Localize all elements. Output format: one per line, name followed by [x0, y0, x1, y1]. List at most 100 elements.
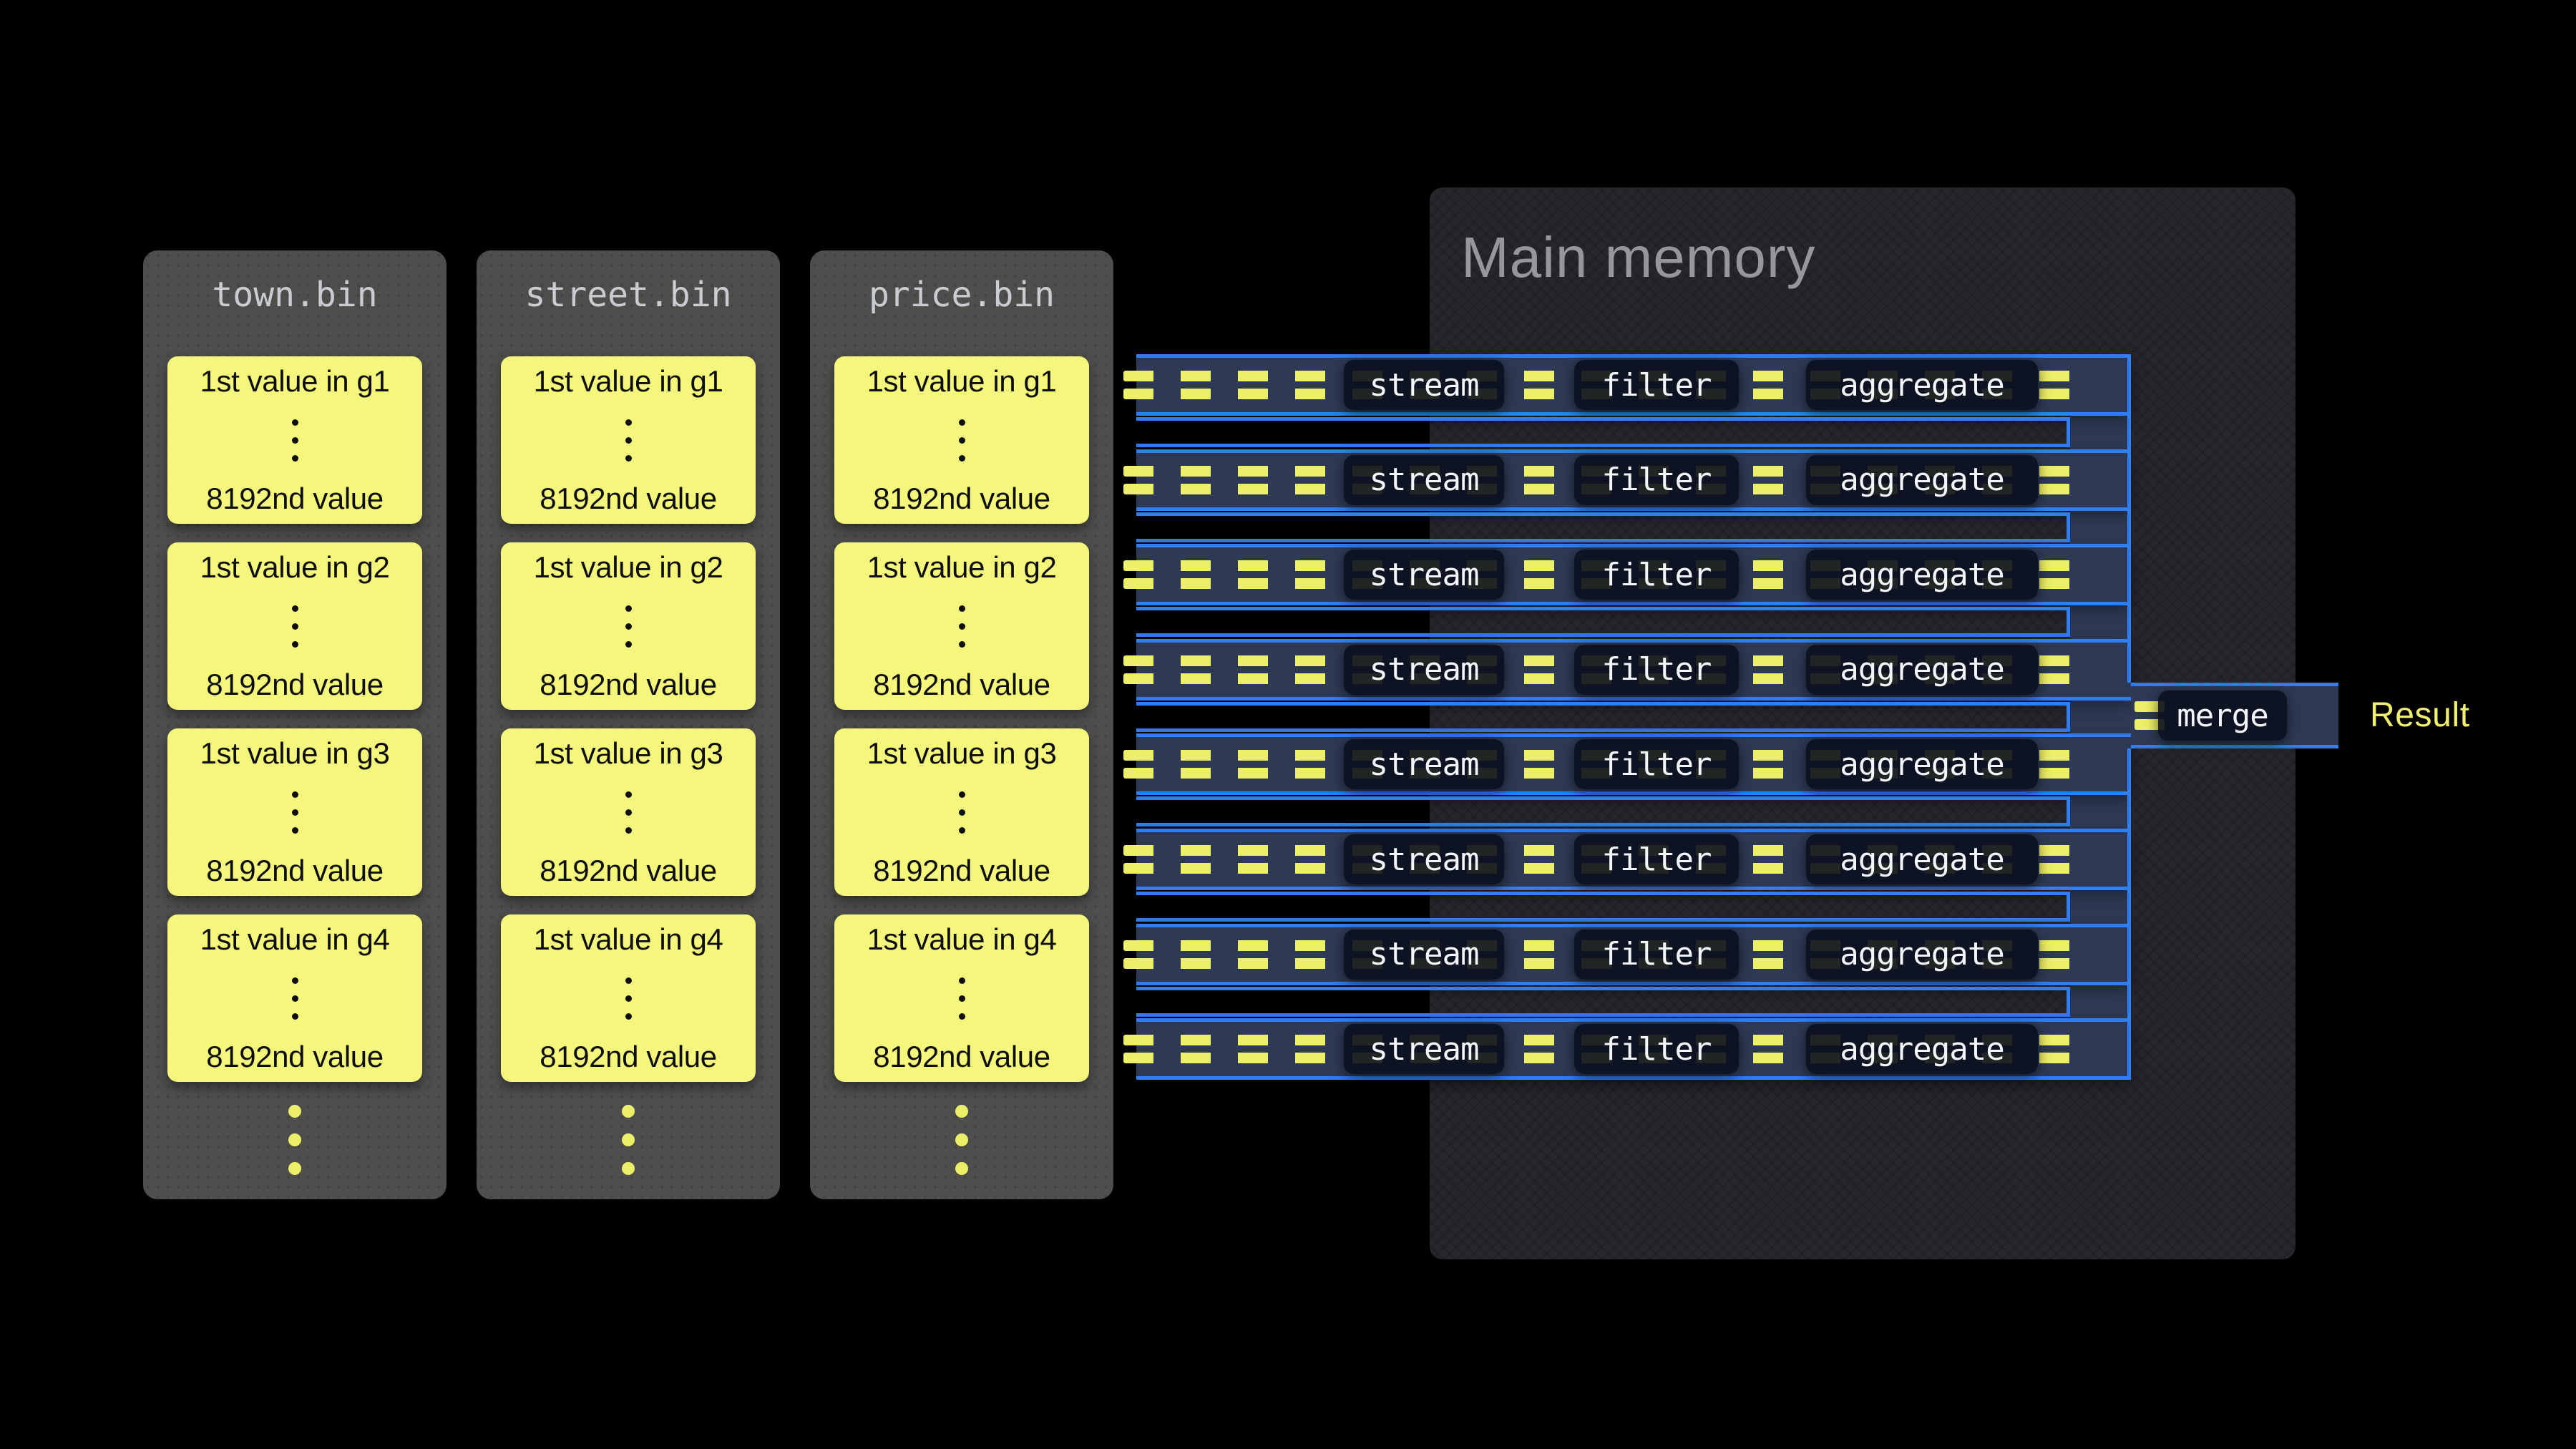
- ellipsis-dot: [292, 605, 298, 612]
- more-groups-ellipsis: [143, 1105, 447, 1175]
- ellipsis-dot: [292, 791, 298, 798]
- group-last-value: 8192nd value: [873, 853, 1050, 889]
- pipeline-connector-band: [1136, 892, 2070, 922]
- pipeline-connector-band: [1136, 702, 2070, 732]
- vertical-ellipsis: [625, 791, 632, 834]
- stream-op-box: stream: [1344, 1024, 1504, 1074]
- group-cell: 1st value in g38192nd value: [501, 728, 756, 896]
- ellipsis-dot: [292, 623, 298, 630]
- ellipsis-dot: [622, 1162, 635, 1175]
- filter-op-box: filter: [1574, 834, 1739, 884]
- stream-op-box: stream: [1344, 645, 1504, 695]
- group-first-value: 1st value in g3: [534, 736, 723, 771]
- ellipsis-dot: [955, 1105, 968, 1118]
- filter-op-box: filter: [1574, 930, 1739, 980]
- pipeline-spine-border-upper: [2127, 354, 2131, 683]
- filter-op-box: filter: [1574, 739, 1739, 789]
- ellipsis-dot: [959, 809, 965, 816]
- ellipsis-dot: [625, 977, 632, 984]
- group-last-value: 8192nd value: [873, 667, 1050, 703]
- pipeline-row: streamfilteraggregate: [1136, 1018, 2131, 1080]
- pipeline-row: streamfilteraggregate: [1136, 924, 2131, 985]
- aggregate-op-box: aggregate: [1806, 360, 2038, 410]
- ellipsis-dot: [292, 437, 298, 444]
- aggregate-op-box: aggregate: [1806, 455, 2038, 505]
- group-last-value: 8192nd value: [206, 667, 383, 703]
- group-first-value: 1st value in g2: [200, 550, 390, 585]
- file-name-label: town.bin: [143, 273, 447, 316]
- ellipsis-dot: [625, 827, 632, 834]
- ellipsis-dot: [625, 1013, 632, 1020]
- group-cell: 1st value in g28192nd value: [501, 542, 756, 710]
- vertical-ellipsis: [292, 977, 298, 1020]
- vertical-ellipsis: [625, 977, 632, 1020]
- vertical-ellipsis: [625, 605, 632, 648]
- group-first-value: 1st value in g3: [867, 736, 1057, 771]
- more-groups-ellipsis: [477, 1105, 780, 1175]
- group-first-value: 1st value in g2: [534, 550, 723, 585]
- pipeline-connector-band: [1136, 512, 2070, 542]
- more-groups-ellipsis: [810, 1105, 1113, 1175]
- pipeline-row: streamfilteraggregate: [1136, 354, 2131, 416]
- vertical-ellipsis: [959, 419, 965, 462]
- ellipsis-dot: [625, 641, 632, 648]
- stream-op-box: stream: [1344, 834, 1504, 884]
- group-cell: 1st value in g2 8192nd value: [167, 542, 422, 710]
- pipeline-row: streamfilteraggregate: [1136, 544, 2131, 605]
- ellipsis-dot: [292, 641, 298, 648]
- aggregate-op-box: aggregate: [1806, 930, 2038, 980]
- file-name-label: price.bin: [810, 273, 1113, 316]
- group-cell: 1st value in g3 8192nd value: [834, 728, 1089, 896]
- ellipsis-dot: [959, 605, 965, 612]
- aggregate-op-box: aggregate: [1806, 550, 2038, 600]
- ellipsis-dot: [959, 1013, 965, 1020]
- group-last-value: 8192nd value: [540, 481, 716, 517]
- group-cell: 1st value in g38192nd value: [167, 728, 422, 896]
- stream-op-box: stream: [1344, 360, 1504, 410]
- pipeline-connector-band: [1136, 796, 2070, 826]
- pipeline-connector-band: [1136, 417, 2070, 447]
- group-cell: 1st value in g4 8192nd value: [834, 914, 1089, 1082]
- stream-op-box: stream: [1344, 739, 1504, 789]
- main-memory-title: Main memory: [1461, 225, 1816, 291]
- group-last-value: 8192nd value: [873, 1039, 1050, 1075]
- group-first-value: 1st value in g4: [867, 922, 1057, 957]
- group-last-value: 8192nd value: [873, 481, 1050, 517]
- group-cell: 1st value in g1 8192nd value: [834, 356, 1089, 524]
- aggregate-op-box: aggregate: [1806, 645, 2038, 695]
- vertical-ellipsis: [292, 605, 298, 648]
- ellipsis-dot: [625, 437, 632, 444]
- result-label: Result: [2370, 694, 2470, 737]
- file-column: price.bin1st value in g18192nd value1st …: [810, 250, 1113, 1199]
- file-column: town.bin 1st value in g18192nd value 1st v…: [143, 250, 447, 1199]
- group-first-value: 1st value in g1: [534, 364, 723, 399]
- stream-op-box: stream: [1344, 455, 1504, 505]
- pipeline-row: streamfilteraggregate: [1136, 449, 2131, 511]
- ellipsis-dot: [625, 455, 632, 462]
- ellipsis-dot: [959, 977, 965, 984]
- ellipsis-dot: [625, 791, 632, 798]
- filter-op-box: filter: [1574, 645, 1739, 695]
- pipeline-connector-band: [1136, 987, 2070, 1017]
- ellipsis-dot: [959, 995, 965, 1002]
- aggregate-op-box: aggregate: [1806, 834, 2038, 884]
- group-cell: 1st value in g4 8192nd value: [501, 914, 756, 1082]
- group-last-value: 8192nd value: [540, 1039, 716, 1075]
- vertical-ellipsis: [959, 977, 965, 1020]
- group-first-value: 1st value in g4: [200, 922, 390, 957]
- file-name-label: street.bin: [477, 273, 780, 316]
- vertical-ellipsis: [959, 791, 965, 834]
- aggregate-op-box: aggregate: [1806, 1024, 2038, 1074]
- ellipsis-dot: [292, 419, 298, 426]
- ellipsis-dot: [292, 995, 298, 1002]
- ellipsis-dot: [625, 419, 632, 426]
- ellipsis-dot: [292, 455, 298, 462]
- ellipsis-dot: [955, 1133, 968, 1146]
- group-cell: 1st value in g1 8192nd value: [501, 356, 756, 524]
- pipeline-row: streamfilteraggregate: [1136, 733, 2131, 795]
- group-first-value: 1st value in g1: [867, 364, 1057, 399]
- ellipsis-dot: [288, 1105, 301, 1118]
- group-cell: 1st value in g48192nd value: [167, 914, 422, 1082]
- group-first-value: 1st value in g4: [534, 922, 723, 957]
- group-cell: 1st value in g18192nd value: [167, 356, 422, 524]
